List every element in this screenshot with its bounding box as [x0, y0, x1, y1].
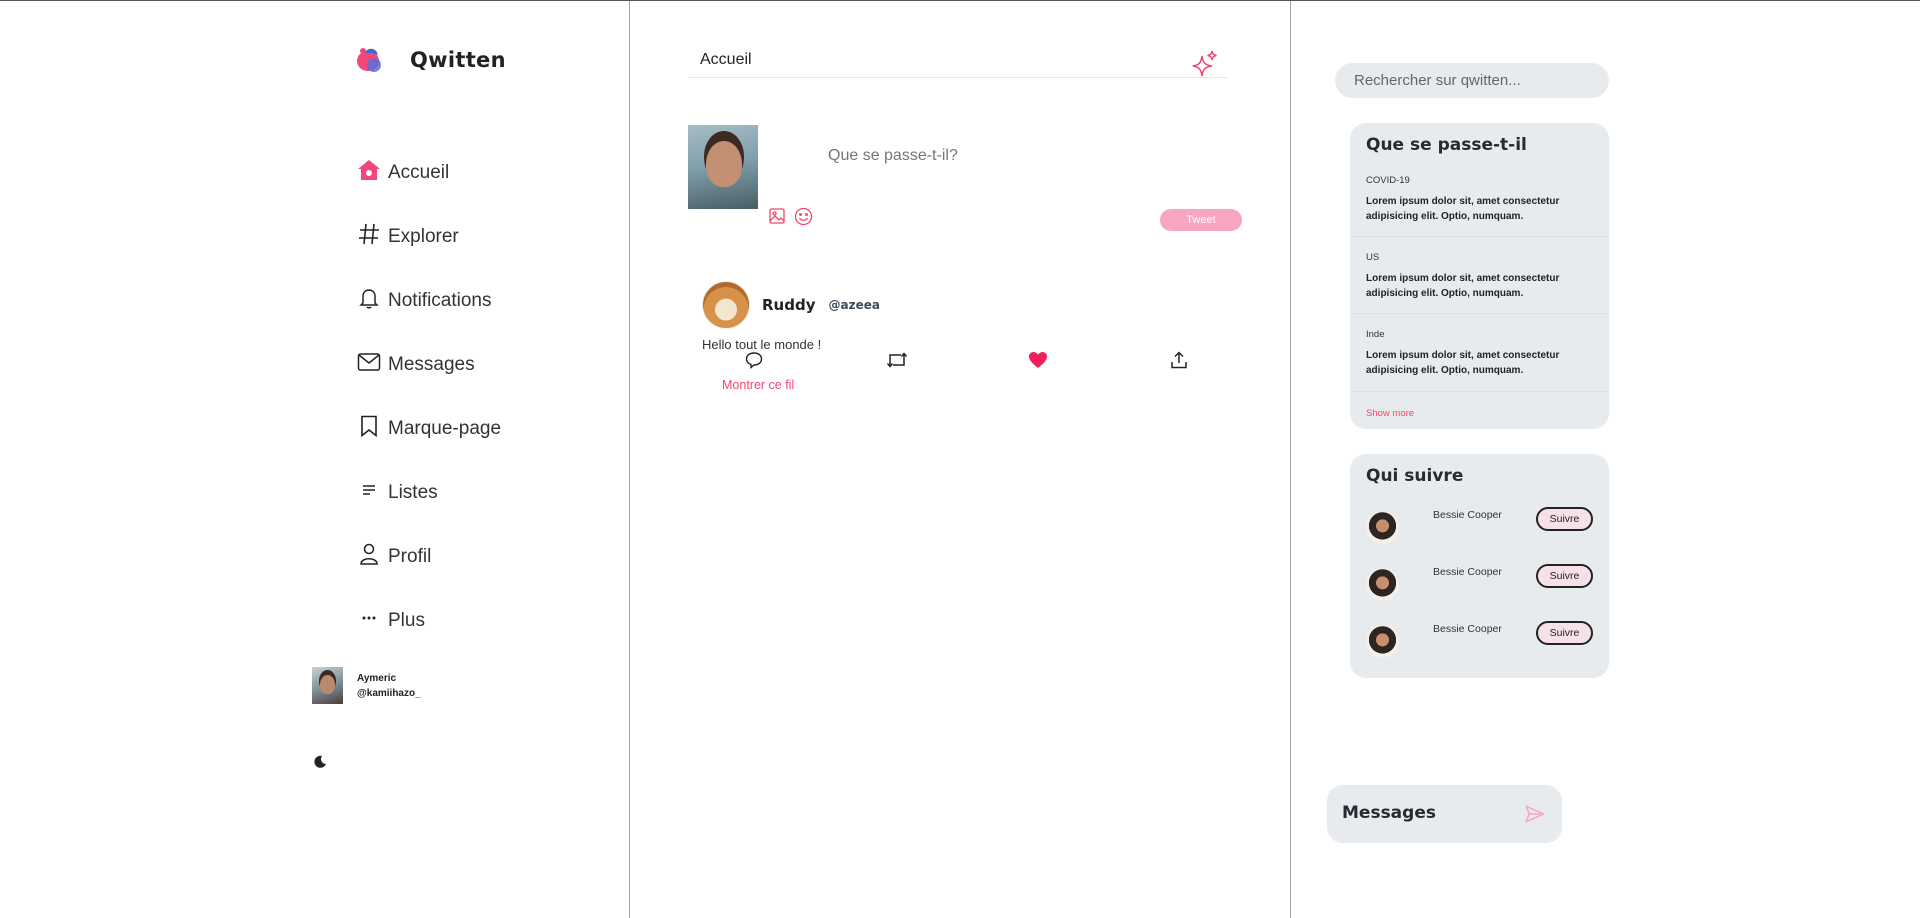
app-name: Qwitten — [410, 48, 506, 72]
trend-text: Lorem ipsum dolor sit, amet consectetur … — [1366, 273, 1560, 299]
nav-label: Listes — [388, 482, 438, 503]
left-sidebar: Qwitten Accueil Explorer Notifications M… — [0, 1, 629, 918]
follow-name[interactable]: Bessie Cooper — [1433, 509, 1502, 521]
tweet-author-name[interactable]: Ruddy — [762, 296, 815, 314]
hashtag-icon — [356, 221, 382, 247]
follow-suggestion: Bessie Cooper Suivre — [1366, 507, 1598, 547]
nav-item-notifications[interactable]: Notifications — [356, 269, 501, 333]
follow-name[interactable]: Bessie Cooper — [1433, 623, 1502, 635]
like-icon[interactable] — [1028, 351, 1048, 373]
avatar[interactable] — [1366, 511, 1399, 544]
more-icon — [356, 605, 382, 631]
avatar[interactable] — [1366, 568, 1399, 601]
image-icon[interactable] — [768, 207, 786, 230]
trends-title: Que se passe-t-il — [1366, 135, 1527, 155]
retweet-icon[interactable] — [886, 351, 908, 373]
nav-item-marque-page[interactable]: Marque-page — [356, 397, 501, 461]
avatar — [312, 667, 343, 704]
bookmark-icon — [356, 413, 382, 439]
nav-item-messages[interactable]: Messages — [356, 333, 501, 397]
trend-category: COVID-19 — [1366, 175, 1410, 186]
messages-title: Messages — [1342, 803, 1436, 823]
trend-item[interactable]: COVID-19 Lorem ipsum dolor sit, amet con… — [1366, 175, 1598, 224]
tweet-actions — [702, 351, 1222, 375]
compose-tools — [768, 207, 813, 230]
nav-label: Explorer — [388, 226, 459, 247]
trend-category: US — [1366, 252, 1380, 263]
show-thread-link[interactable]: Montrer ce fil — [722, 378, 794, 392]
dark-mode-icon[interactable] — [313, 754, 327, 773]
nav-label: Plus — [388, 610, 425, 631]
messages-drawer[interactable]: Messages — [1327, 785, 1562, 843]
follow-name[interactable]: Bessie Cooper — [1433, 566, 1502, 578]
account-switcher[interactable]: Aymeric @kamiihazo_ — [312, 667, 421, 704]
tweet-author-handle[interactable]: @azeea — [828, 298, 879, 312]
avatar[interactable] — [1366, 625, 1399, 658]
tweet-header: Ruddy @azeea — [702, 281, 1222, 329]
trend-text: Lorem ipsum dolor sit, amet consectetur … — [1366, 350, 1560, 376]
list-icon — [356, 477, 382, 503]
nav-label: Profil — [388, 546, 432, 567]
divider — [1350, 313, 1609, 314]
search-input[interactable] — [1335, 63, 1609, 98]
follow-suggestion: Bessie Cooper Suivre — [1366, 564, 1598, 604]
page-title: Accueil — [700, 51, 752, 68]
avatar[interactable] — [702, 281, 750, 329]
account-names: Aymeric @kamiihazo_ — [357, 671, 421, 701]
user-icon — [356, 541, 382, 567]
nav-label: Messages — [388, 354, 475, 375]
trend-text: Lorem ipsum dolor sit, amet consectetur … — [1366, 196, 1560, 222]
nav-item-profil[interactable]: Profil — [356, 525, 501, 589]
nav-label: Notifications — [388, 290, 492, 311]
follow-button[interactable]: Suivre — [1536, 507, 1593, 531]
sparkle-icon[interactable] — [1192, 50, 1218, 82]
tweet[interactable]: Ruddy @azeea Hello tout le monde ! — [702, 281, 1222, 369]
reply-icon[interactable] — [745, 351, 763, 373]
avatar — [688, 125, 758, 209]
trend-item[interactable]: Inde Lorem ipsum dolor sit, amet consect… — [1366, 329, 1598, 378]
nav-item-explorer[interactable]: Explorer — [356, 205, 501, 269]
nav-item-accueil[interactable]: Accueil — [356, 141, 501, 205]
share-icon[interactable] — [1170, 351, 1188, 373]
tweet-text: Hello tout le monde ! — [702, 337, 822, 352]
account-handle: @kamiihazo_ — [357, 687, 421, 699]
who-to-follow-title: Qui suivre — [1366, 466, 1464, 486]
follow-button[interactable]: Suivre — [1536, 564, 1593, 588]
nav-item-listes[interactable]: Listes — [356, 461, 501, 525]
show-more-link[interactable]: Show more — [1366, 408, 1414, 419]
main-nav: Accueil Explorer Notifications Messages … — [356, 141, 501, 653]
follow-suggestion: Bessie Cooper Suivre — [1366, 621, 1598, 661]
mail-icon — [356, 349, 382, 375]
bell-icon — [356, 285, 382, 311]
send-icon[interactable] — [1525, 805, 1546, 827]
home-icon — [356, 157, 382, 183]
divider — [1350, 391, 1609, 392]
right-sidebar: Que se passe-t-il COVID-19 Lorem ipsum d… — [1291, 1, 1920, 918]
compose-input[interactable] — [828, 147, 1128, 165]
nav-label: Accueil — [388, 162, 450, 183]
logo[interactable]: Qwitten — [354, 45, 506, 75]
nav-item-plus[interactable]: Plus — [356, 589, 501, 653]
tweet-button[interactable]: Tweet — [1160, 209, 1242, 231]
trends-card: Que se passe-t-il COVID-19 Lorem ipsum d… — [1350, 123, 1609, 429]
trend-category: Inde — [1366, 329, 1385, 340]
divider — [1350, 236, 1609, 237]
main-feed: Accueil Ruddy @azeea Hello tout le monde… — [630, 1, 1290, 918]
account-name: Aymeric — [357, 672, 397, 684]
trend-item[interactable]: US Lorem ipsum dolor sit, amet consectet… — [1366, 252, 1598, 301]
qwitten-logo-icon — [354, 45, 386, 75]
follow-button[interactable]: Suivre — [1536, 621, 1593, 645]
emoji-icon[interactable] — [794, 207, 813, 230]
nav-label: Marque-page — [388, 418, 502, 439]
feed-header: Accueil — [688, 49, 1228, 78]
who-to-follow-card: Qui suivre Bessie Cooper Suivre Bessie C… — [1350, 454, 1609, 678]
